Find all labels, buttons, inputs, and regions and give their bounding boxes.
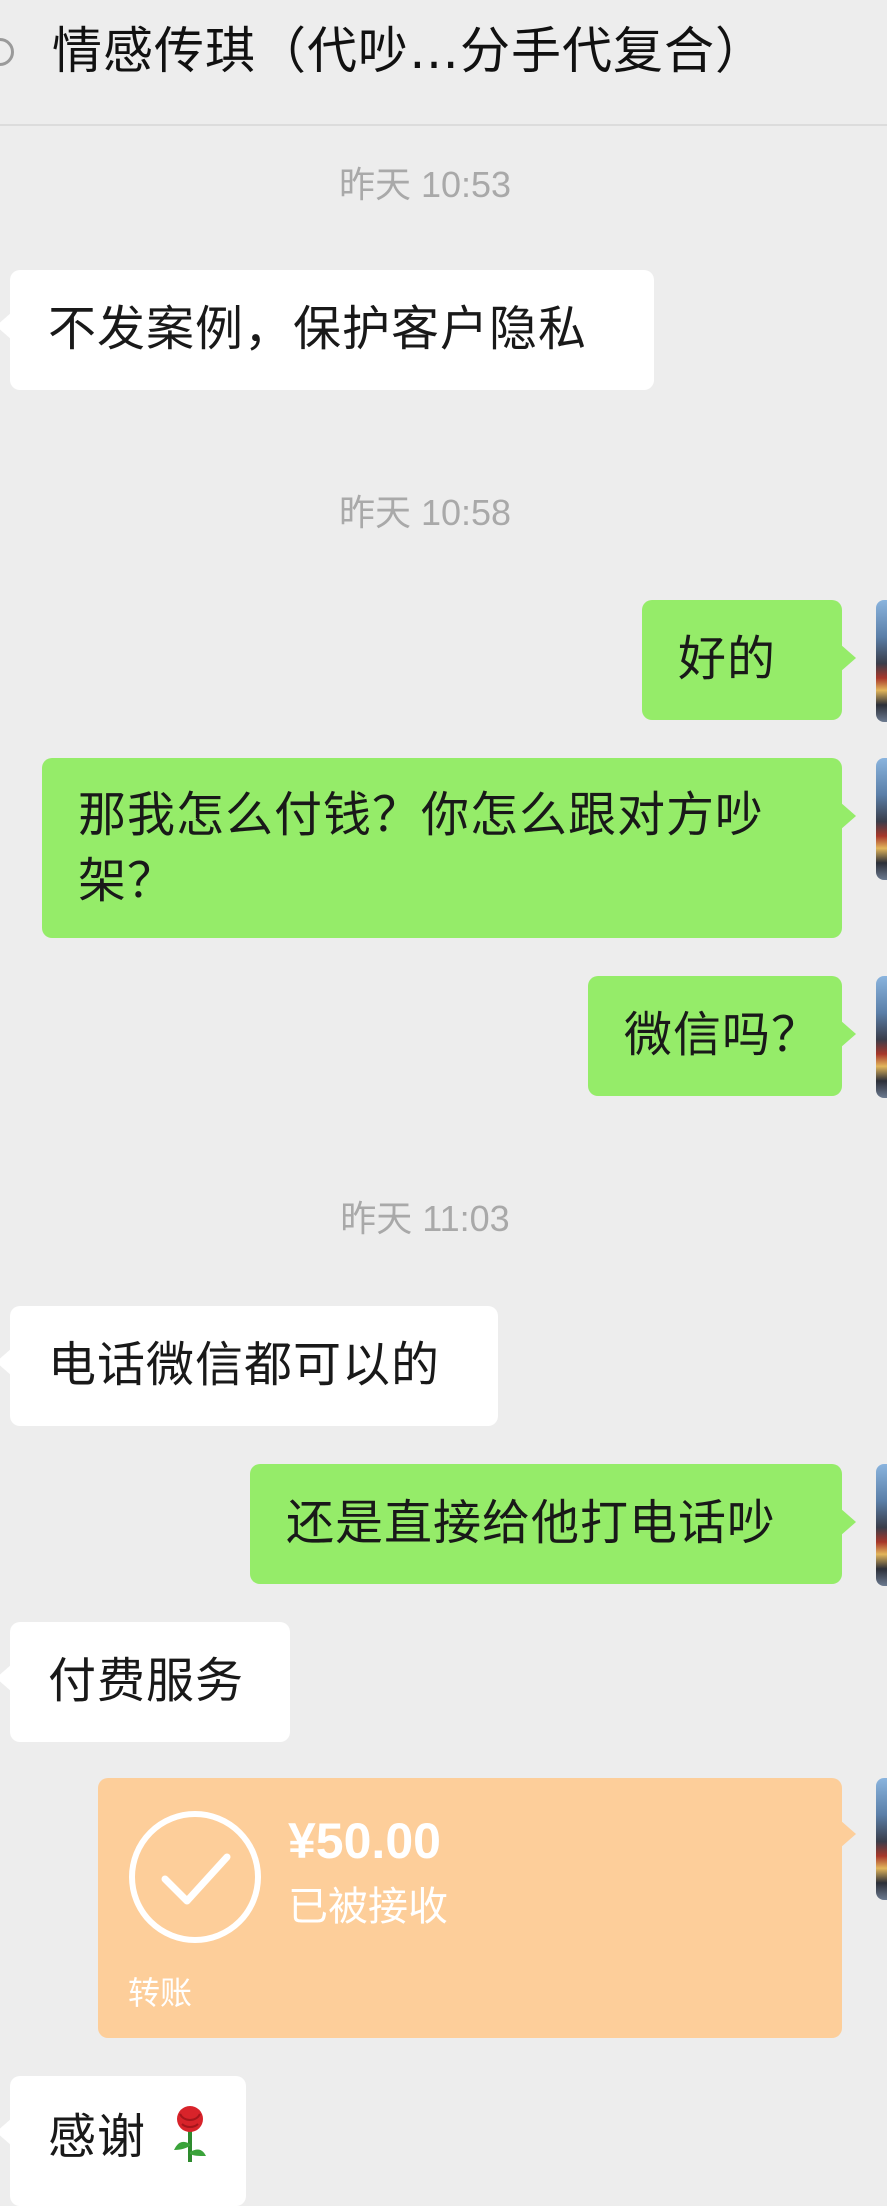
- check-circle-icon: [129, 1811, 261, 1943]
- message-text: 付费服务: [48, 1653, 245, 1709]
- back-icon[interactable]: [0, 38, 14, 66]
- message-text: 还是直接给他打电话吵: [286, 1495, 777, 1551]
- user-avatar[interactable]: [876, 1464, 887, 1586]
- message-text: 感谢: [48, 2109, 147, 2165]
- message-text: 好的: [678, 631, 777, 687]
- incoming-message[interactable]: 不发案例，保护客户隐私: [0, 270, 654, 390]
- outgoing-message[interactable]: 微信吗？: [588, 976, 856, 1096]
- outgoing-message[interactable]: 还是直接给他打电话吵: [250, 1464, 856, 1584]
- user-avatar[interactable]: [876, 1778, 887, 1900]
- message-text: 微信吗？: [624, 1007, 821, 1063]
- chat-title[interactable]: 情感传琪（代吵…分手代复合）: [52, 18, 766, 84]
- incoming-message[interactable]: 付费服务: [0, 1622, 290, 1742]
- transfer-card[interactable]: ¥50.00 已被接收 转账: [98, 1778, 856, 2038]
- outgoing-message[interactable]: 那我怎么付钱？你怎么跟对方吵 架？: [42, 758, 856, 938]
- timestamp: 昨天 11:03: [340, 1198, 510, 1239]
- timestamp: 昨天 10:58: [338, 492, 512, 533]
- transfer-amount: ¥50.00: [288, 1813, 441, 1869]
- message-text: 那我怎么付钱？你怎么跟对方吵: [78, 787, 765, 843]
- user-avatar[interactable]: [876, 758, 887, 880]
- outgoing-message[interactable]: 好的: [642, 600, 856, 720]
- chat-header: 情感传琪（代吵…分手代复合）: [0, 0, 887, 126]
- incoming-message[interactable]: 电话微信都可以的: [0, 1306, 498, 1426]
- incoming-message[interactable]: 感谢: [0, 2076, 246, 2206]
- user-avatar[interactable]: [876, 976, 887, 1098]
- transfer-status: 已被接收: [288, 1884, 448, 1930]
- user-avatar[interactable]: [876, 600, 887, 722]
- transfer-label: 转账: [128, 1974, 193, 2012]
- rose-icon: [174, 2106, 206, 2162]
- message-text: 不发案例，保护客户隐私: [48, 301, 588, 357]
- message-text-line2: 架？: [78, 853, 177, 909]
- timestamp: 昨天 10:53: [338, 164, 512, 205]
- message-text: 电话微信都可以的: [48, 1337, 441, 1393]
